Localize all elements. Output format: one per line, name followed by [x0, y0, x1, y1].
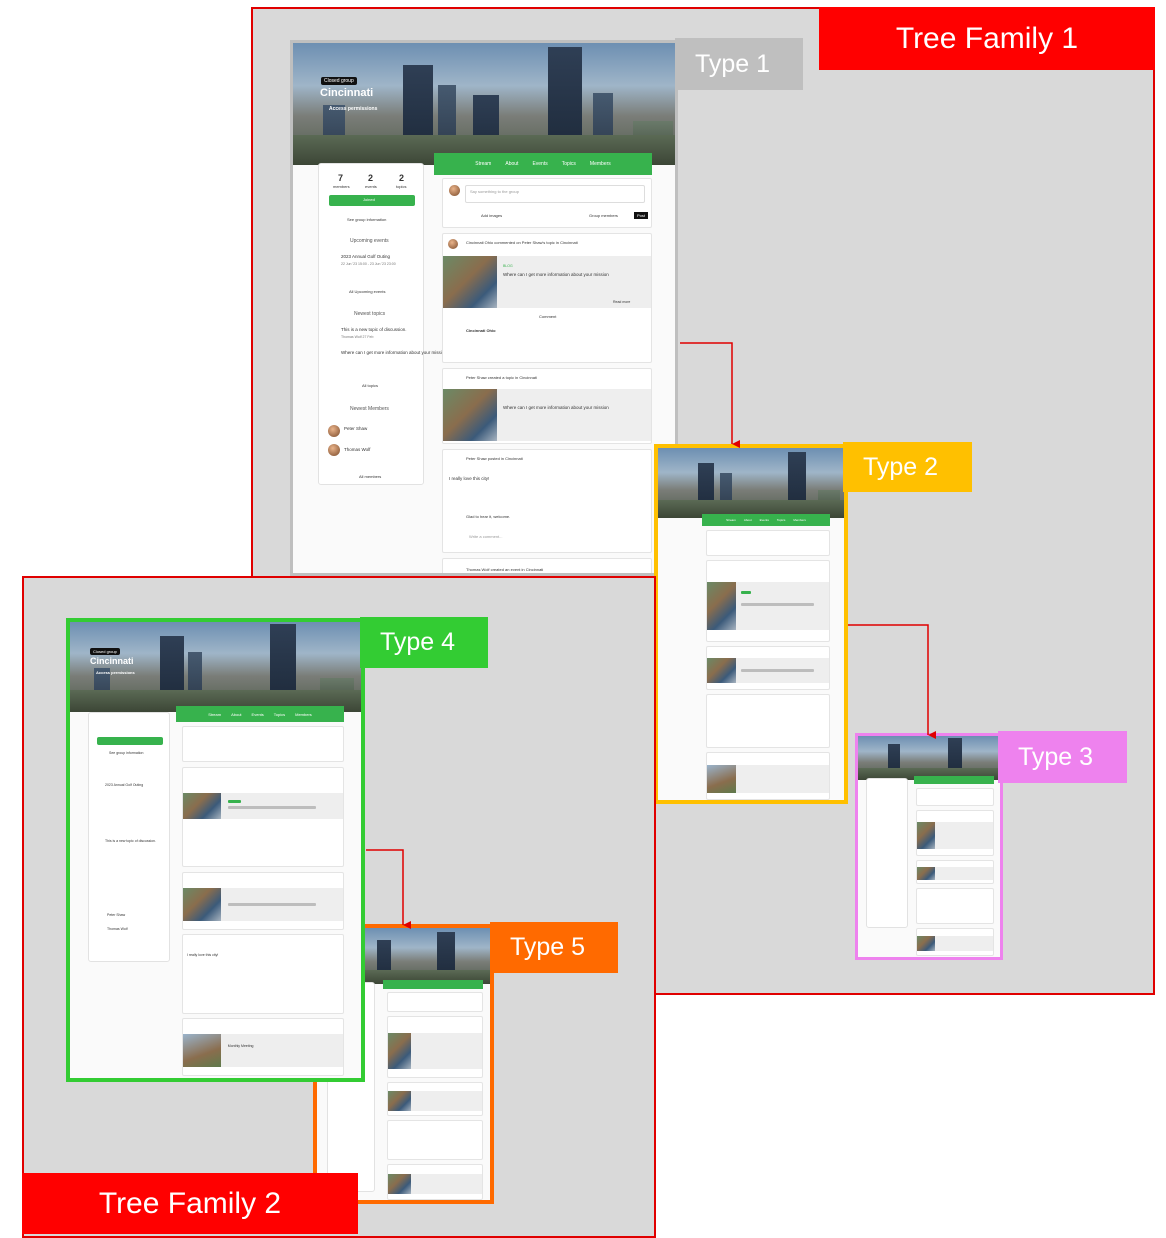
arrow-type1-to-type2 — [680, 342, 732, 444]
derivation-arrows — [366, 342, 1166, 1234]
arrow-type2-to-type3 — [848, 624, 928, 735]
arrow-type4-to-type5 — [366, 849, 403, 925]
